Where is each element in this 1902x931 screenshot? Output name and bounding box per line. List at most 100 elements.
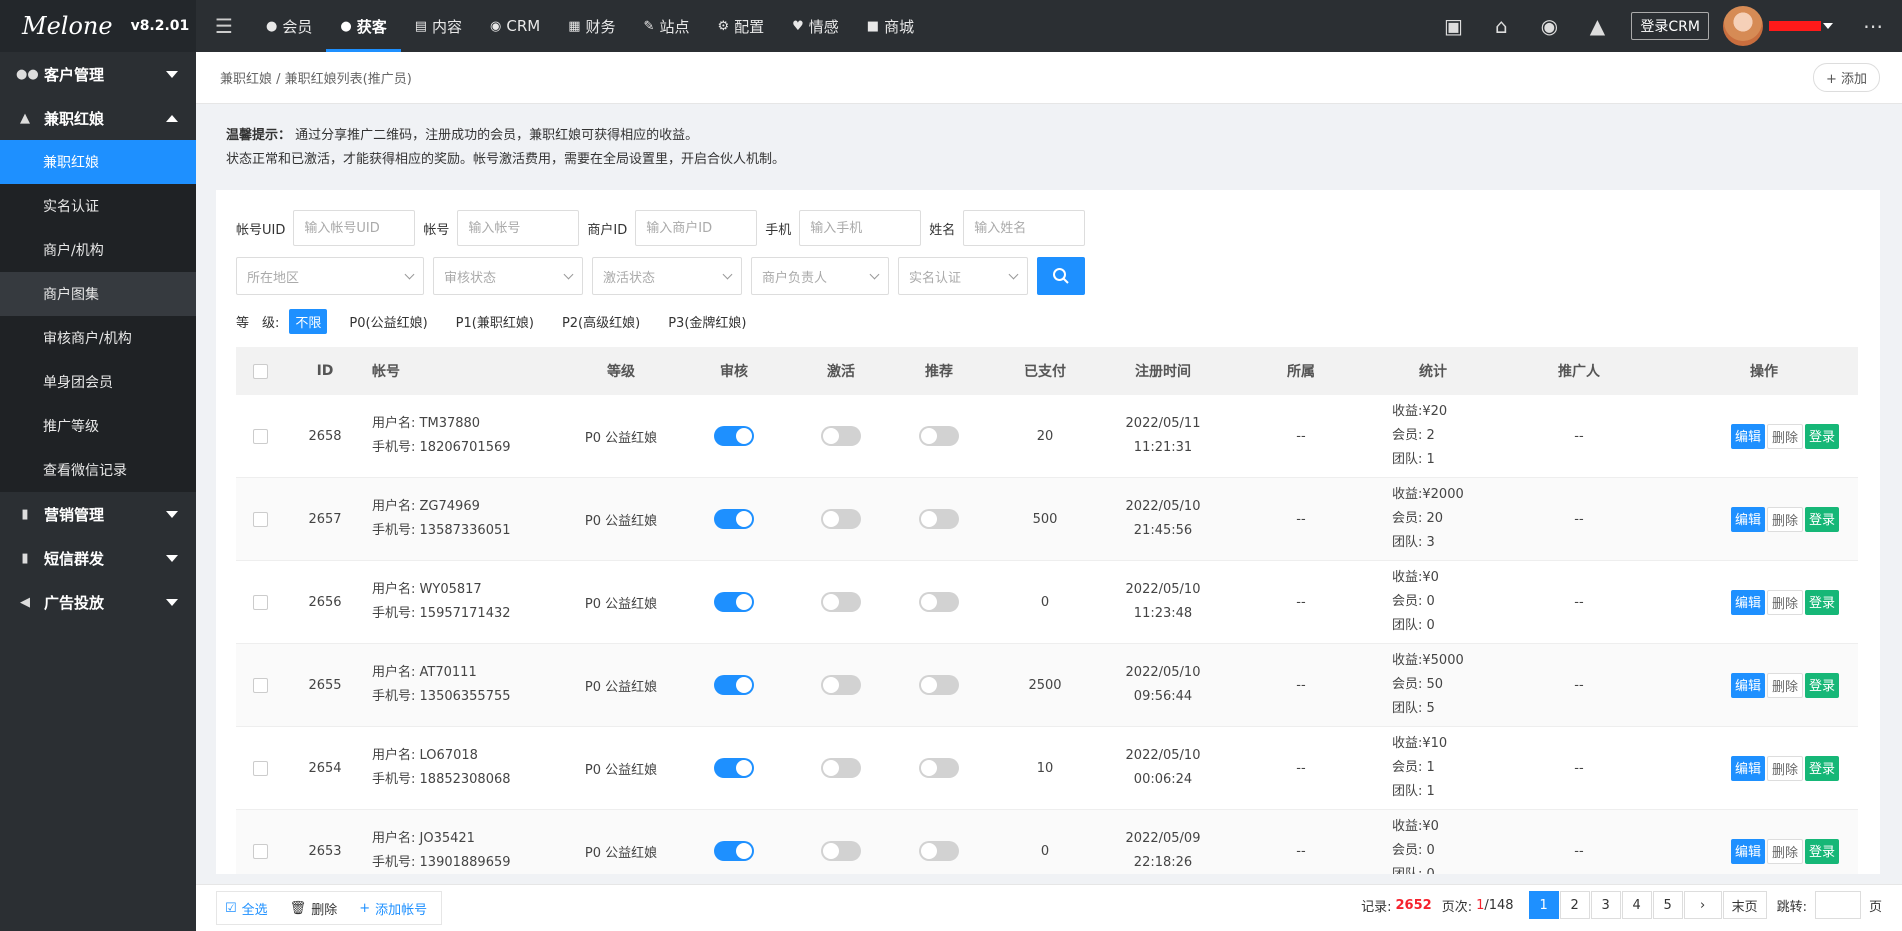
login-button[interactable]: 登录 <box>1805 755 1840 781</box>
level-option-p1[interactable]: P1(兼职红娘) <box>450 309 540 334</box>
merchant-manager-select[interactable]: 商户负责人 <box>751 257 889 295</box>
sidebar-item-audit-merchants[interactable]: 审核商户/机构 <box>0 316 196 360</box>
activate-toggle[interactable] <box>821 841 861 861</box>
jump-page-input[interactable] <box>1814 891 1861 919</box>
account-input[interactable] <box>457 210 580 246</box>
page-button[interactable]: 5 <box>1652 891 1683 919</box>
page-button[interactable]: 1 <box>1528 891 1559 919</box>
recommend-toggle[interactable] <box>919 758 959 778</box>
delete-button[interactable]: 删除 <box>1767 838 1804 864</box>
sidebar-group-ads[interactable]: ◀ 广告投放 <box>0 580 196 624</box>
sidebar-group-customer[interactable]: ●● 客户管理 <box>0 52 196 96</box>
sidebar-item-promo-levels[interactable]: 推广等级 <box>0 404 196 448</box>
row-checkbox[interactable] <box>252 677 268 693</box>
topnav-mall[interactable]: ■ 商城 <box>853 0 928 52</box>
sidebar-item-merchant-gallery[interactable]: 商户图集 <box>0 272 196 316</box>
broom-icon[interactable]: ▲ <box>1573 14 1621 38</box>
login-crm-button[interactable]: 登录CRM <box>1631 12 1709 40</box>
sidebar-item-wechat-records[interactable]: 查看微信记录 <box>0 448 196 492</box>
login-button[interactable]: 登录 <box>1805 589 1840 615</box>
edit-button[interactable]: 编辑 <box>1731 423 1766 449</box>
money-bag-icon[interactable]: ◉ <box>1525 14 1573 38</box>
select-all-checkbox[interactable] <box>252 363 268 379</box>
level-option-p0[interactable]: P0(公益红娘) <box>343 309 433 334</box>
row-checkbox[interactable] <box>252 594 268 610</box>
add-account-button[interactable]: + 添加帐号 <box>359 899 427 918</box>
uid-input[interactable] <box>293 210 416 246</box>
row-checkbox[interactable] <box>252 428 268 444</box>
edit-button[interactable]: 编辑 <box>1731 838 1766 864</box>
topnav-crm[interactable]: ◉ CRM <box>476 0 554 52</box>
topnav-config[interactable]: ⚙ 配置 <box>703 0 778 52</box>
sidebar-item-singles-members[interactable]: 单身团会员 <box>0 360 196 404</box>
activate-toggle[interactable] <box>821 426 861 446</box>
sidebar-group-marketing[interactable]: ▮ 营销管理 <box>0 492 196 536</box>
avatar[interactable] <box>1723 6 1763 46</box>
topnav-site[interactable]: ✎ 站点 <box>630 0 704 52</box>
audit-status-select[interactable]: 审核状态 <box>433 257 583 295</box>
merchant-id-input[interactable] <box>635 210 758 246</box>
delete-button[interactable]: 删除 <box>1767 423 1804 449</box>
edit-button[interactable]: 编辑 <box>1731 506 1766 532</box>
recommend-toggle[interactable] <box>919 426 959 446</box>
audit-toggle[interactable] <box>714 592 754 612</box>
edit-button[interactable]: 编辑 <box>1731 589 1766 615</box>
topnav-emotion[interactable]: ♥ 情感 <box>778 0 853 52</box>
sidebar-group-sms[interactable]: ▮ 短信群发 <box>0 536 196 580</box>
audit-toggle[interactable] <box>714 841 754 861</box>
active-status-select[interactable]: 激活状态 <box>592 257 742 295</box>
row-checkbox[interactable] <box>252 511 268 527</box>
login-button[interactable]: 登录 <box>1805 423 1840 449</box>
login-button[interactable]: 登录 <box>1805 506 1840 532</box>
name-input[interactable] <box>963 210 1086 246</box>
page-button[interactable]: 4 <box>1621 891 1652 919</box>
level-option-all[interactable]: 不限 <box>289 309 328 334</box>
row-checkbox[interactable] <box>252 760 268 776</box>
topnav-finance[interactable]: ▦ 财务 <box>554 0 629 52</box>
sidebar-item-matchmaker[interactable]: 兼职红娘 <box>0 140 196 184</box>
audit-toggle[interactable] <box>714 426 754 446</box>
delete-button[interactable]: 删除 <box>1767 506 1804 532</box>
realname-select[interactable]: 实名认证 <box>898 257 1028 295</box>
phone-input[interactable] <box>799 210 922 246</box>
calendar-icon[interactable]: ▣ <box>1429 14 1477 38</box>
level-option-p3[interactable]: P3(金牌红娘) <box>662 309 752 334</box>
topnav-acquisition[interactable]: ● 获客 <box>326 0 402 52</box>
audit-toggle[interactable] <box>714 509 754 529</box>
search-button[interactable] <box>1037 257 1085 295</box>
edit-button[interactable]: 编辑 <box>1731 672 1766 698</box>
select-all-button[interactable]: ☑ 全选 <box>225 899 268 918</box>
topnav-content[interactable]: ▤ 内容 <box>401 0 476 52</box>
sidebar-group-matchmaker[interactable]: ▲ 兼职红娘 <box>0 96 196 140</box>
sidebar-item-verification[interactable]: 实名认证 <box>0 184 196 228</box>
region-select[interactable]: 所在地区 <box>236 257 424 295</box>
last-page-button[interactable]: 末页 <box>1722 891 1767 919</box>
edit-button[interactable]: 编辑 <box>1731 755 1766 781</box>
recommend-toggle[interactable] <box>919 675 959 695</box>
audit-toggle[interactable] <box>714 675 754 695</box>
activate-toggle[interactable] <box>821 675 861 695</box>
login-button[interactable]: 登录 <box>1805 672 1840 698</box>
audit-toggle[interactable] <box>714 758 754 778</box>
login-button[interactable]: 登录 <box>1805 838 1840 864</box>
bulk-delete-button[interactable]: 🗑 删除 <box>290 899 338 918</box>
home-icon[interactable]: ⌂ <box>1477 14 1525 38</box>
next-page-button[interactable]: › <box>1683 891 1722 919</box>
delete-button[interactable]: 删除 <box>1767 672 1804 698</box>
recommend-toggle[interactable] <box>919 509 959 529</box>
more-icon[interactable]: ⋯ <box>1863 14 1884 38</box>
add-button[interactable]: + 添加 <box>1812 63 1880 92</box>
menu-toggle-icon[interactable]: ☰ <box>196 14 252 38</box>
activate-toggle[interactable] <box>821 758 861 778</box>
chevron-down-icon[interactable] <box>1823 23 1833 29</box>
activate-toggle[interactable] <box>821 509 861 529</box>
page-button[interactable]: 2 <box>1559 891 1590 919</box>
row-checkbox[interactable] <box>252 843 268 859</box>
recommend-toggle[interactable] <box>919 592 959 612</box>
sidebar-item-merchants[interactable]: 商户/机构 <box>0 228 196 272</box>
topnav-members[interactable]: ● 会员 <box>252 0 326 52</box>
delete-button[interactable]: 删除 <box>1767 755 1804 781</box>
page-button[interactable]: 3 <box>1590 891 1621 919</box>
recommend-toggle[interactable] <box>919 841 959 861</box>
level-option-p2[interactable]: P2(高级红娘) <box>556 309 646 334</box>
